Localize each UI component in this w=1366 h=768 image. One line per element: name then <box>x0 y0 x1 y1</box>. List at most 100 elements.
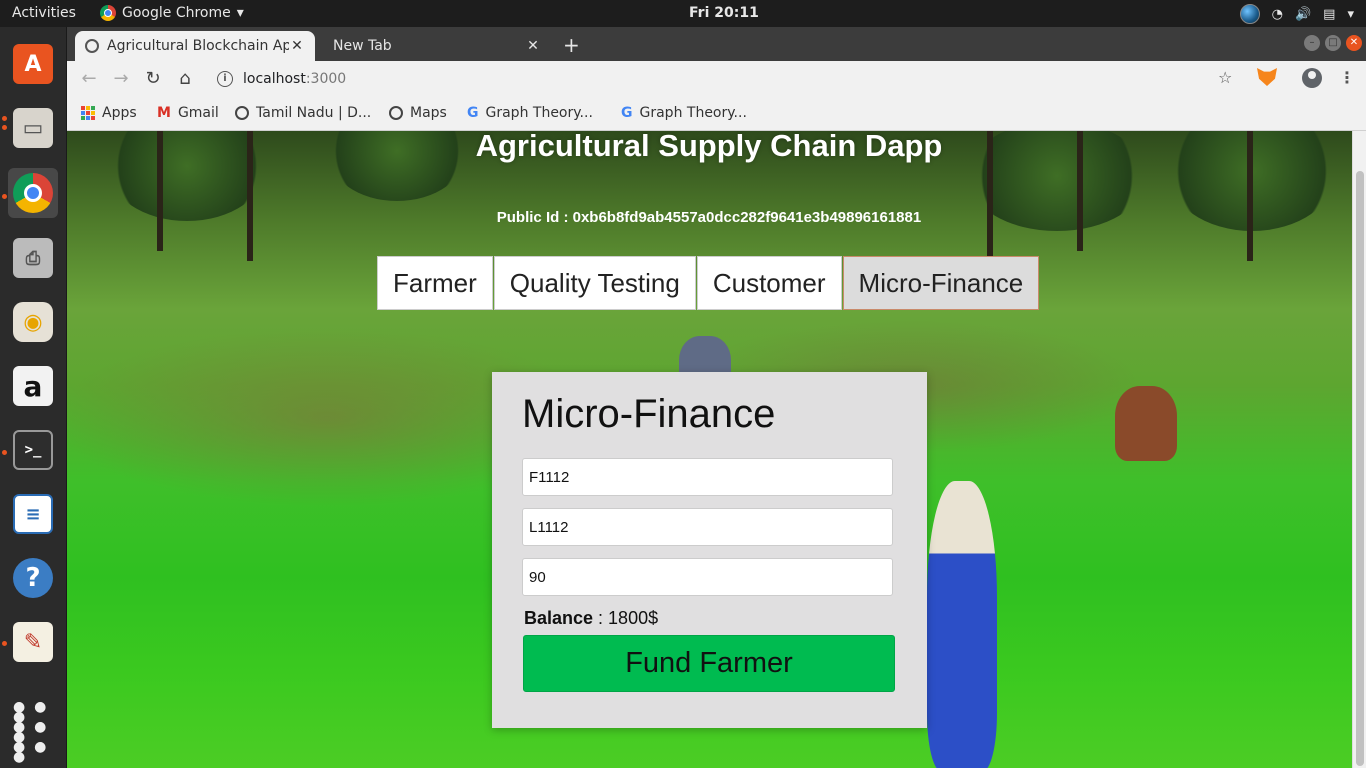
url-port: :3000 <box>305 71 347 87</box>
bookmark-tamil-nadu[interactable]: Tamil Nadu | D... <box>235 105 371 121</box>
minimize-icon[interactable]: – <box>1304 35 1320 51</box>
reload-icon[interactable]: ↻ <box>141 67 165 91</box>
writer-launcher[interactable]: ≡ <box>8 489 58 539</box>
home-icon[interactable]: ⌂ <box>173 67 197 91</box>
software-center-icon: A <box>13 44 53 84</box>
scanner-launcher[interactable]: ⎙ <box>8 233 58 283</box>
tab-customer[interactable]: Customer <box>696 256 842 310</box>
tab-micro-finance[interactable]: Micro-Finance <box>842 256 1040 310</box>
gnome-top-bar: Activities Google Chrome ▾ Fri 20:11 ◔ 🔊… <box>0 0 1366 27</box>
bookmark-apps[interactable]: Apps <box>81 105 137 121</box>
bookmark-label: Apps <box>102 105 137 121</box>
apps-grid-icon <box>81 106 95 120</box>
page-content: Agricultural Supply Chain Dapp Public Id… <box>67 131 1366 768</box>
document-icon: ≡ <box>13 494 53 534</box>
help-icon: ? <box>13 558 53 598</box>
terminal-launcher[interactable]: >_ <box>8 425 58 475</box>
url-host: localhost <box>243 71 306 87</box>
balance-value: : 1800$ <box>593 608 659 628</box>
amazon-launcher[interactable]: a <box>8 361 58 411</box>
bookmark-label: Maps <box>410 105 447 121</box>
activities-button[interactable]: Activities <box>12 5 76 21</box>
tab-quality-testing[interactable]: Quality Testing <box>493 256 696 310</box>
address-bar[interactable]: i localhost:3000 <box>207 65 1267 93</box>
card-heading: Micro-Finance <box>522 392 776 436</box>
micro-finance-card: Micro-Finance Balance : 1800$ Fund Farme… <box>492 372 927 728</box>
profile-icon <box>1302 68 1322 88</box>
chevron-down-icon: ▾ <box>236 5 244 21</box>
bookmark-label: Graph Theory... <box>639 105 747 121</box>
running-indicator <box>2 194 7 199</box>
scrollbar-thumb[interactable] <box>1356 171 1364 766</box>
close-window-icon[interactable]: ✕ <box>1346 35 1362 51</box>
close-tab-icon[interactable]: ✕ <box>525 38 541 54</box>
browser-toolbar: ← → ↻ ⌂ i localhost:3000 ☆ ⋮ <box>67 61 1366 97</box>
bookmark-label: Graph Theory... <box>485 105 593 121</box>
text-editor-launcher[interactable]: ✎ <box>8 617 58 667</box>
loan-id-input[interactable] <box>522 508 893 546</box>
running-indicator <box>2 116 7 121</box>
chrome-launcher[interactable] <box>8 168 58 218</box>
scanner-icon: ⎙ <box>13 238 53 278</box>
software-center-launcher[interactable]: A <box>8 39 58 89</box>
chrome-window: Agricultural Blockchain Ap ✕ New Tab ✕ +… <box>67 27 1366 768</box>
chevron-down-icon: ▾ <box>1347 6 1354 22</box>
tab-title: Agricultural Blockchain Ap <box>107 38 289 54</box>
metamask-extension[interactable] <box>1257 68 1277 86</box>
wifi-icon: ◔ <box>1271 6 1283 22</box>
bookmark-star-icon[interactable]: ☆ <box>1218 68 1232 87</box>
battery-icon: ▤ <box>1323 6 1336 22</box>
balance-label: Balance <box>524 608 594 628</box>
tab-new-tab[interactable]: New Tab ✕ <box>315 31 551 61</box>
rhythmbox-launcher[interactable]: ◉ <box>8 297 58 347</box>
public-id-label: Public Id : 0xb6b8fd9ab4557a0dcc282f9641… <box>496 209 922 226</box>
new-tab-button[interactable]: + <box>563 33 580 57</box>
farmer-id-input[interactable] <box>522 458 893 496</box>
google-icon: G <box>621 105 633 121</box>
terminal-icon: >_ <box>13 430 53 470</box>
tab-farmer[interactable]: Farmer <box>377 256 493 310</box>
help-launcher[interactable]: ? <box>8 553 58 603</box>
metamask-fox-icon <box>1257 68 1277 86</box>
running-indicator <box>2 450 7 455</box>
amount-input[interactable] <box>522 558 893 596</box>
close-tab-icon[interactable]: ✕ <box>289 38 305 54</box>
fund-farmer-button[interactable]: Fund Farmer <box>523 635 895 692</box>
menu-kebab-icon[interactable]: ⋮ <box>1339 68 1355 87</box>
amazon-icon: a <box>13 366 53 406</box>
ubuntu-dock: A ▭ ⎙ ◉ a >_ ≡ ? ✎ ● ● ● ● ● ● ● ● ● <box>0 27 67 768</box>
google-icon: G <box>467 105 479 121</box>
speaker-icon: ◉ <box>13 302 53 342</box>
show-apps-button[interactable]: ● ● ● ● ● ● ● ● ● <box>8 699 58 765</box>
app-grid-icon: ● ● ● ● ● ● ● ● ● <box>13 699 49 765</box>
app-menu[interactable]: Google Chrome ▾ <box>100 5 244 21</box>
bookmark-graph-theory-2[interactable]: G Graph Theory... <box>621 105 747 121</box>
bookmark-label: Tamil Nadu | D... <box>256 105 372 121</box>
system-tray[interactable]: ◔ 🔊 ▤ ▾ <box>1239 4 1354 24</box>
background-worker <box>1115 386 1177 461</box>
back-arrow-icon[interactable]: ← <box>77 67 101 91</box>
globe-icon[interactable] <box>1239 4 1260 24</box>
forward-arrow-icon[interactable]: → <box>109 67 133 91</box>
running-indicator <box>2 125 7 130</box>
tab-strip: Agricultural Blockchain Ap ✕ New Tab ✕ +… <box>67 27 1366 61</box>
site-info-icon[interactable]: i <box>217 71 233 87</box>
bookmark-maps[interactable]: Maps <box>389 105 447 121</box>
role-tabs: Farmer Quality Testing Customer Micro-Fi… <box>377 256 1040 310</box>
bookmarks-bar: Apps M Gmail Tamil Nadu | D... Maps G Gr… <box>67 97 1366 131</box>
tab-agricultural-blockchain[interactable]: Agricultural Blockchain Ap ✕ <box>75 31 315 61</box>
gmail-icon: M <box>157 105 171 121</box>
clock[interactable]: Fri 20:11 <box>689 5 759 21</box>
balance-display: Balance : 1800$ <box>524 608 658 629</box>
bookmark-gmail[interactable]: M Gmail <box>157 105 219 121</box>
files-launcher[interactable]: ▭ <box>8 103 58 153</box>
bookmark-graph-theory-1[interactable]: G Graph Theory... <box>467 105 593 121</box>
running-indicator <box>2 641 7 646</box>
page-scrollbar[interactable] <box>1352 131 1366 768</box>
maximize-icon[interactable]: □ <box>1325 35 1341 51</box>
bookmark-label: Gmail <box>177 105 219 121</box>
background-worker <box>927 481 997 768</box>
files-icon: ▭ <box>13 108 53 148</box>
profile-button[interactable] <box>1302 68 1322 88</box>
volume-icon: 🔊 <box>1294 6 1312 22</box>
